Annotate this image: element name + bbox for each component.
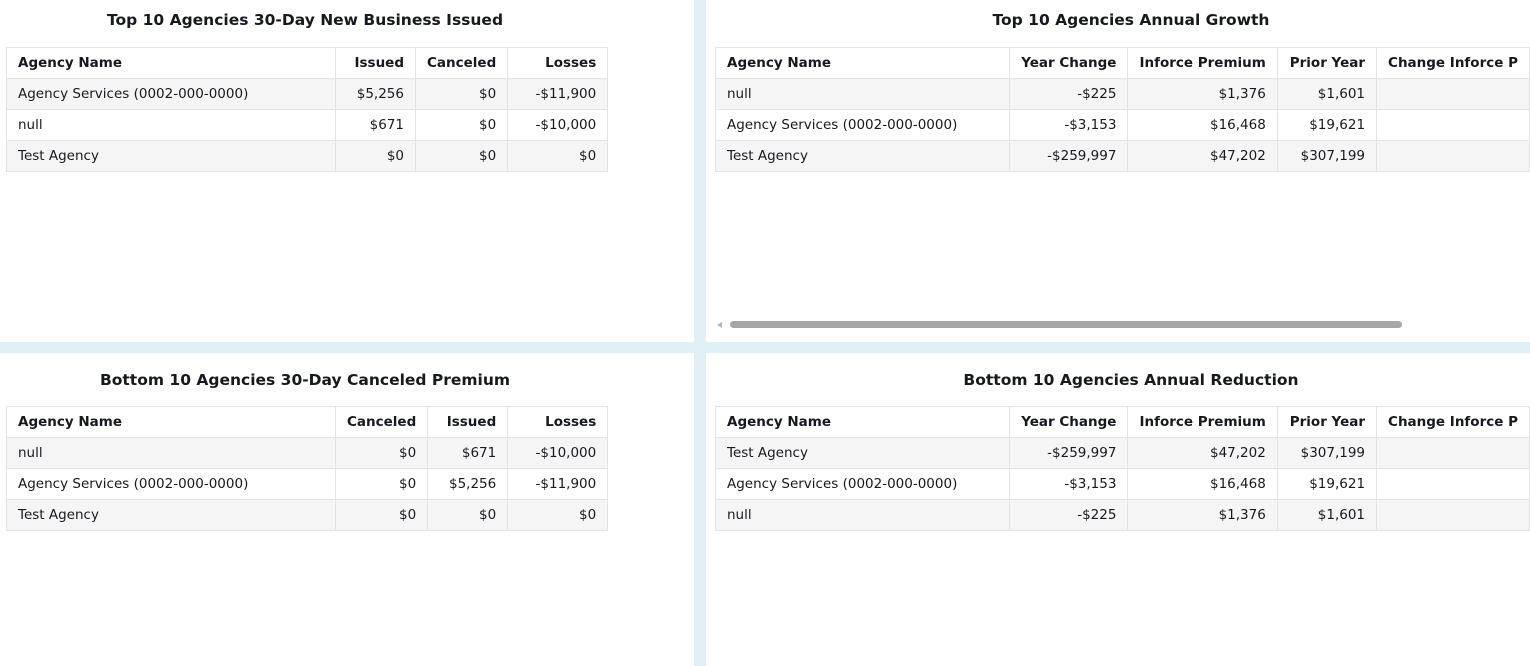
- cell-canceled: $0: [414, 140, 509, 172]
- table-row[interactable]: Test Agency $0 $0 $0: [6, 499, 609, 531]
- table-row[interactable]: null -$225 $1,376 $1,601: [714, 78, 1530, 110]
- cell-agency-name: Agency Services (0002-000-0000): [714, 109, 1011, 141]
- cell-change-inforce: [1376, 468, 1530, 500]
- cell-agency-name: null: [714, 78, 1011, 110]
- cell-losses: $0: [507, 140, 609, 172]
- cell-issued: $5,256: [335, 78, 416, 110]
- panel-bottom-canceled: Bottom 10 Agencies 30-Day Canceled Premi…: [0, 353, 694, 666]
- column-header-canceled[interactable]: Canceled: [414, 47, 509, 79]
- column-header-issued[interactable]: Issued: [427, 406, 509, 438]
- cell-prior-year: $1,601: [1276, 78, 1378, 110]
- panel-title: Top 10 Agencies Annual Growth: [992, 11, 1270, 29]
- cell-issued: $0: [427, 499, 509, 531]
- cell-change-inforce: [1376, 437, 1530, 469]
- cell-inforce-premium: $47,202: [1127, 437, 1278, 469]
- panel-bottom-annual-reduction: Bottom 10 Agencies Annual Reduction Agen…: [706, 353, 1530, 666]
- column-header-losses[interactable]: Losses: [507, 406, 609, 438]
- column-header-prior-year[interactable]: Prior Year: [1276, 47, 1378, 79]
- cell-inforce-premium: $47,202: [1127, 140, 1278, 172]
- column-header-year-change[interactable]: Year Change: [1009, 406, 1129, 438]
- annual-growth-table: Agency Name Year Change Inforce Premium …: [714, 47, 1530, 172]
- column-header-agency-name[interactable]: Agency Name: [6, 47, 336, 79]
- cell-agency-name: null: [6, 437, 336, 469]
- table-row[interactable]: Test Agency -$259,997 $47,202 $307,199: [714, 140, 1530, 172]
- cell-inforce-premium: $16,468: [1127, 109, 1278, 141]
- cell-losses: $0: [507, 499, 609, 531]
- table-row[interactable]: null $671 $0 -$10,000: [6, 109, 609, 141]
- cell-agency-name: Test Agency: [6, 499, 336, 531]
- cell-canceled: $0: [334, 499, 429, 531]
- panel-top-annual-growth: Top 10 Agencies Annual Growth Agency Nam…: [706, 0, 1530, 342]
- cell-canceled: $0: [334, 468, 429, 500]
- cell-change-inforce: [1376, 140, 1530, 172]
- column-header-agency-name[interactable]: Agency Name: [714, 47, 1011, 79]
- column-header-losses[interactable]: Losses: [507, 47, 609, 79]
- cell-inforce-premium: $16,468: [1127, 468, 1278, 500]
- column-header-agency-name[interactable]: Agency Name: [6, 406, 336, 438]
- cell-inforce-premium: $1,376: [1127, 499, 1278, 531]
- panel-title: Top 10 Agencies 30-Day New Business Issu…: [106, 11, 504, 29]
- cell-year-change: -$225: [1009, 78, 1129, 110]
- cell-agency-name: Test Agency: [714, 140, 1011, 172]
- cell-agency-name: null: [714, 499, 1011, 531]
- cell-agency-name: Test Agency: [714, 437, 1011, 469]
- cell-agency-name: null: [6, 109, 336, 141]
- column-header-issued[interactable]: Issued: [335, 47, 416, 79]
- cell-agency-name: Agency Services (0002-000-0000): [714, 468, 1011, 500]
- cell-issued: $5,256: [427, 468, 509, 500]
- cell-canceled: $0: [334, 437, 429, 469]
- scrollbar-thumb[interactable]: [730, 321, 1402, 328]
- table-row[interactable]: Test Agency -$259,997 $47,202 $307,199: [714, 437, 1530, 469]
- cell-change-inforce: [1376, 499, 1530, 531]
- cell-year-change: -$259,997: [1009, 140, 1129, 172]
- table-row[interactable]: Agency Services (0002-000-0000) $0 $5,25…: [6, 468, 609, 500]
- cell-losses: -$10,000: [507, 109, 609, 141]
- cell-issued: $671: [335, 109, 416, 141]
- table-row[interactable]: Test Agency $0 $0 $0: [6, 140, 609, 172]
- column-header-change-inforce[interactable]: Change Inforce P: [1376, 406, 1530, 438]
- cell-year-change: -$3,153: [1009, 109, 1129, 141]
- cell-change-inforce: [1376, 78, 1530, 110]
- cell-agency-name: Agency Services (0002-000-0000): [6, 78, 336, 110]
- horizontal-scrollbar[interactable]: [717, 320, 1403, 330]
- cell-losses: -$11,900: [507, 78, 609, 110]
- cell-year-change: -$259,997: [1009, 437, 1129, 469]
- canceled-premium-table: Agency Name Canceled Issued Losses null …: [6, 406, 609, 531]
- table-row[interactable]: Agency Services (0002-000-0000) -$3,153 …: [714, 109, 1530, 141]
- column-header-year-change[interactable]: Year Change: [1009, 47, 1129, 79]
- new-business-table: Agency Name Issued Canceled Losses Agenc…: [6, 47, 609, 172]
- cell-inforce-premium: $1,376: [1127, 78, 1278, 110]
- cell-losses: -$10,000: [507, 437, 609, 469]
- cell-prior-year: $19,621: [1276, 468, 1378, 500]
- column-header-agency-name[interactable]: Agency Name: [714, 406, 1011, 438]
- panel-title: Bottom 10 Agencies Annual Reduction: [963, 371, 1299, 389]
- cell-year-change: -$3,153: [1009, 468, 1129, 500]
- cell-agency-name: Test Agency: [6, 140, 336, 172]
- cell-prior-year: $307,199: [1276, 140, 1378, 172]
- panel-title: Bottom 10 Agencies 30-Day Canceled Premi…: [99, 371, 511, 389]
- cell-issued: $0: [335, 140, 416, 172]
- cell-losses: -$11,900: [507, 468, 609, 500]
- cell-prior-year: $1,601: [1276, 499, 1378, 531]
- panel-top-new-business: Top 10 Agencies 30-Day New Business Issu…: [0, 0, 694, 342]
- table-row[interactable]: null $0 $671 -$10,000: [6, 437, 609, 469]
- table-row[interactable]: Agency Services (0002-000-0000) -$3,153 …: [714, 468, 1530, 500]
- table-row[interactable]: null -$225 $1,376 $1,601: [714, 499, 1530, 531]
- column-header-inforce-premium[interactable]: Inforce Premium: [1127, 47, 1278, 79]
- column-header-change-inforce[interactable]: Change Inforce P: [1376, 47, 1530, 79]
- column-header-inforce-premium[interactable]: Inforce Premium: [1127, 406, 1278, 438]
- column-header-prior-year[interactable]: Prior Year: [1276, 406, 1378, 438]
- scroll-left-icon[interactable]: [717, 322, 722, 328]
- cell-prior-year: $307,199: [1276, 437, 1378, 469]
- cell-agency-name: Agency Services (0002-000-0000): [6, 468, 336, 500]
- cell-prior-year: $19,621: [1276, 109, 1378, 141]
- cell-canceled: $0: [414, 78, 509, 110]
- annual-reduction-table: Agency Name Year Change Inforce Premium …: [714, 406, 1530, 531]
- cell-change-inforce: [1376, 109, 1530, 141]
- cell-year-change: -$225: [1009, 499, 1129, 531]
- cell-issued: $671: [427, 437, 509, 469]
- column-header-canceled[interactable]: Canceled: [334, 406, 429, 438]
- table-row[interactable]: Agency Services (0002-000-0000) $5,256 $…: [6, 78, 609, 110]
- cell-canceled: $0: [414, 109, 509, 141]
